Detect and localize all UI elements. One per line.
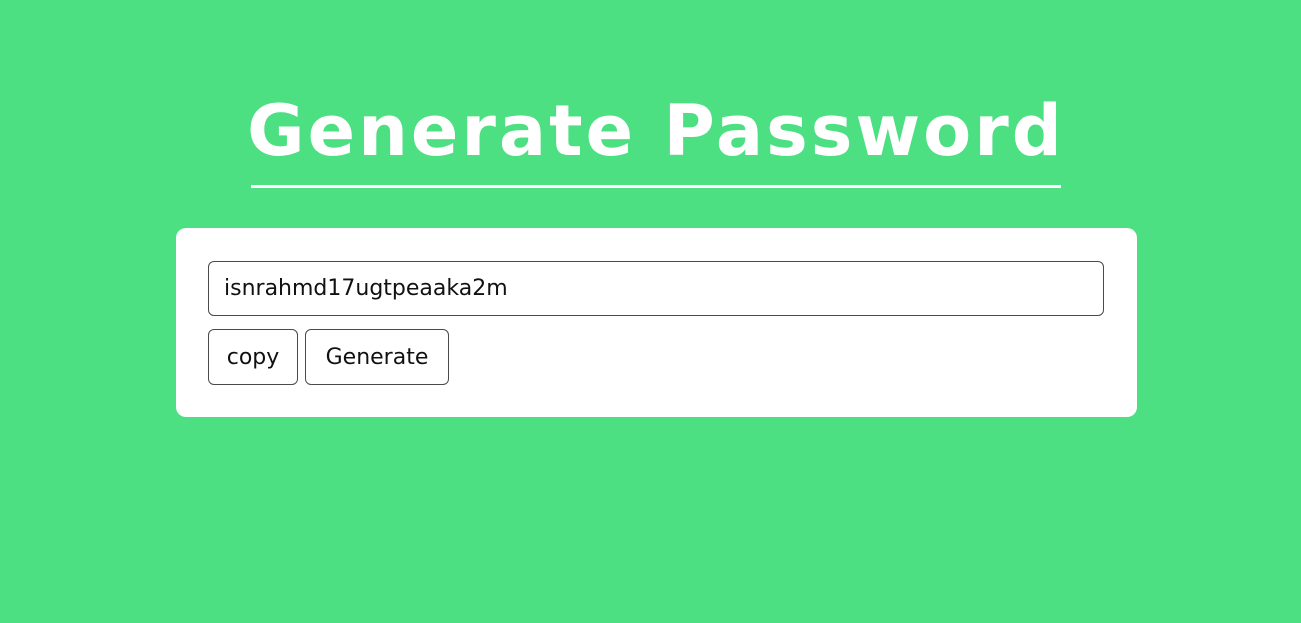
generate-button[interactable]: Generate [305, 329, 449, 385]
generator-card: copy Generate [176, 228, 1137, 417]
page-title: Generate Password [247, 90, 1065, 172]
password-field[interactable] [208, 261, 1104, 316]
copy-button[interactable]: copy [208, 329, 298, 385]
page-title-container: Generate Password [247, 88, 1062, 188]
